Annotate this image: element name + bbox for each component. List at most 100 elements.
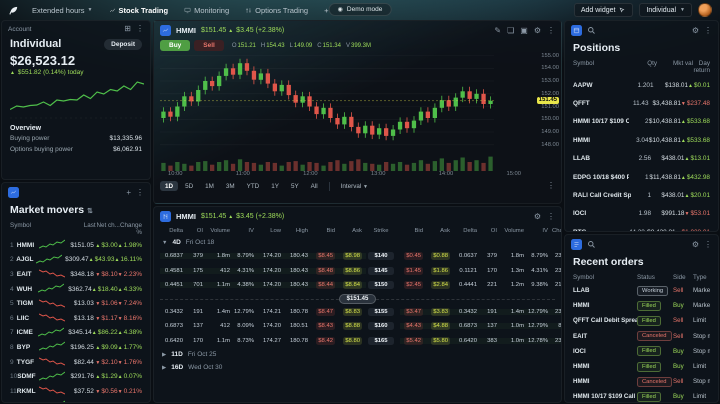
sell-button[interactable]: Sell [194, 40, 224, 51]
user-avatar[interactable] [698, 3, 712, 17]
kebab-menu-icon[interactable]: ⋮ [704, 27, 712, 35]
expiration-group-expanded[interactable]: ▼4DFri Oct 18 [154, 236, 561, 249]
expiration-group-collapsed[interactable]: ▶16DWed Oct 30 [154, 361, 561, 374]
order-row[interactable]: QFFT Call Debit SpreadFilledSellLimit [565, 313, 718, 328]
deposit-button[interactable]: Deposit [104, 39, 142, 50]
draw-icon[interactable]: ✎ [494, 26, 501, 35]
kebab-menu-icon[interactable]: ⋮ [136, 189, 144, 197]
nav-tab-monitoring[interactable]: Monitoring [181, 4, 232, 17]
order-row[interactable]: HMMIFilledBuyLimit [565, 359, 718, 374]
call-cell: 0.4581 [160, 268, 187, 274]
mover-row-RKML[interactable]: 11RKML$37.52▼$0.56▼0.21% [2, 384, 150, 399]
x-axis-label: 10:00 [168, 171, 183, 179]
mover-change-pct: ▲4.38% [118, 329, 142, 336]
kebab-menu-icon[interactable]: ⋮ [704, 241, 712, 249]
timeframe-5d[interactable]: 5D [180, 181, 198, 191]
mover-row-BYP[interactable]: 8BYP$196.25▲$9.09▲1.77% [2, 340, 150, 355]
settings-gear-icon[interactable]: ⚙ [692, 27, 699, 35]
timeframe-3m[interactable]: 3M [221, 181, 240, 191]
option-row-strike-165[interactable]: 0.64201701.1m8.73%174.27180.78$8.42$8.80… [154, 334, 561, 349]
position-row[interactable]: IOCI1.98$991.18▼$53.01 [565, 205, 718, 223]
orders-body: LLABWorkingSellMarketHMMIFilledBuyMarket… [565, 283, 718, 403]
order-type: Limit [693, 317, 710, 324]
interval-dropdown[interactable]: Interval ▼ [336, 181, 373, 191]
search-icon[interactable] [587, 26, 596, 35]
mover-row-LIIC[interactable]: 6LIIC$13.18▼$1.17▼8.16% [2, 311, 150, 326]
grid-icon[interactable]: ⊞ [124, 25, 131, 33]
order-row[interactable]: IOCIFilledBuyStop market [565, 344, 718, 359]
timeframe-all[interactable]: All [306, 181, 323, 191]
option-row-strike-155[interactable]: 0.34321911.4m12.79%174.21180.78$8.47$8.8… [154, 305, 561, 320]
position-row[interactable]: RALI Call Credit Spread1$438.01▲$20.01 [565, 186, 718, 204]
position-row[interactable]: QFFT11.43$3,438.81▼$237.48 [565, 94, 718, 112]
search-icon[interactable] [587, 240, 596, 249]
widget-chip-icon[interactable] [160, 211, 171, 222]
add-widget-button[interactable]: Add widget [574, 3, 634, 17]
mover-row-ICME[interactable]: 7ICME$345.14▲$86.22▲4.38% [2, 326, 150, 341]
account-panel: Account ⊞ ⋮ Individual Deposit $26,523.1… [1, 20, 151, 180]
option-row-strike-150[interactable]: 0.44517011.1m4.38%174.20180.43$8.44$8.84… [154, 278, 561, 293]
settings-gear-icon[interactable]: ⚙ [534, 212, 541, 221]
mover-row-SDMF[interactable]: 10SDMF$291.76▲$1.29▲0.07% [2, 369, 150, 384]
position-row[interactable]: AAPW1.201$138.01▲$0.01 [565, 76, 718, 94]
order-row[interactable]: HMMICanceledSellStop market [565, 374, 718, 389]
mover-row-EAIT[interactable]: 3EAIT$348.18▼$8.10▼2.23% [2, 267, 150, 282]
frame-icon[interactable]: ❏ [507, 26, 514, 35]
current-price-row: $151.45 [154, 293, 561, 305]
position-row[interactable]: EDPG 10/18 $400 Put1$11,438.81▲$432.98 [565, 168, 718, 186]
x-axis-label: 14:00 [439, 171, 454, 179]
kebab-menu-icon[interactable]: ⋮ [547, 212, 555, 221]
snapshot-icon[interactable]: ▣ [520, 26, 528, 35]
mover-last: $291.76 [65, 373, 94, 380]
mover-row-HMMI[interactable]: 1HMMI$151.05▲$3.00▲1.98% [2, 238, 150, 253]
expiration-group-collapsed[interactable]: ▶11DFri Oct 25 [154, 348, 561, 361]
order-row[interactable]: HMMIFilledBuyMarket [565, 298, 718, 313]
candlestick-chart[interactable]: 155.00154.00153.00152.00151.00150.00149.… [160, 53, 559, 171]
mover-sparkline [39, 385, 65, 397]
mover-row-TYGF[interactable]: 9TYGF$82.44▼$2.10▼1.76% [2, 355, 150, 370]
account-sparkline [2, 78, 150, 122]
order-row[interactable]: HMMI 10/17 $109 CallFilledBuyLimit [565, 389, 718, 403]
nav-tab-options-trading[interactable]: Options Trading [242, 4, 311, 17]
mover-symbol: HMMI [17, 242, 39, 249]
timeframe-1y[interactable]: 1Y [266, 181, 284, 191]
widget-chip-icon[interactable] [8, 187, 19, 198]
position-row[interactable]: HMMI 10/17 $109 Call2$10,438.81▲$533.68 [565, 113, 718, 131]
timeframe-1d[interactable]: 1D [160, 181, 178, 191]
order-row[interactable]: LLABWorkingSellMarket [565, 283, 718, 298]
kebab-menu-icon[interactable]: ⋮ [547, 182, 555, 190]
option-row-strike-140[interactable]: 0.68373791.8m8.79%174.20180.43$8.45$8.98… [154, 249, 561, 264]
position-row[interactable]: LLAB2.56$438.01▲$13.01 [565, 150, 718, 168]
nav-tab-stock-trading[interactable]: Stock Trading [106, 4, 172, 17]
widget-chip-icon[interactable] [571, 25, 582, 36]
mover-row-LLAB[interactable]: 12LLAB$63.74▲$0.83▲1.17% [2, 399, 150, 403]
kebab-menu-icon[interactable]: ⋮ [136, 25, 144, 33]
settings-gear-icon[interactable]: ⚙ [534, 26, 541, 35]
call-cell: 191 [187, 309, 207, 315]
timeframe-ytd[interactable]: YTD [242, 181, 265, 191]
mover-last: $37.52 [65, 388, 94, 395]
timeframe-1m[interactable]: 1M [200, 181, 219, 191]
order-row[interactable]: EAITCanceledSellStop market [565, 329, 718, 344]
mover-row-AJGL[interactable]: 2AJGL$309.47▲$43.93▲16.11% [2, 253, 150, 268]
buy-button[interactable]: Buy [160, 40, 190, 51]
position-row[interactable]: HMMI3.04$10,438.81▲$533.68 [565, 131, 718, 149]
mover-sparkline [39, 312, 65, 324]
mover-row-WUH[interactable]: 4WUH$362.74▲$18.40▲4.33% [2, 282, 150, 297]
option-row-strike-145[interactable]: 0.45811754124.31%174.20180.43$8.48$8.86$… [154, 264, 561, 279]
account-menu-button[interactable]: Individual ▼ [639, 3, 692, 17]
demo-mode-pill[interactable]: ◉ Demo mode [329, 3, 392, 16]
put-cell: 12.78% [528, 338, 552, 344]
add-icon[interactable]: + [126, 189, 131, 197]
widget-chip-icon[interactable] [160, 25, 171, 36]
kebab-menu-icon[interactable]: ⋮ [547, 26, 555, 35]
mover-last: $345.14 [64, 329, 92, 336]
position-row[interactable]: BTG44.38$8,438.81▼$1,038.01 [565, 223, 718, 232]
mover-row-TIGM[interactable]: 5TIGM$13.03▼$1.06▼7.24% [2, 296, 150, 311]
settings-gear-icon[interactable]: ⚙ [692, 241, 699, 249]
nav-tab-extended-hours[interactable]: Extended hours▼ [29, 4, 96, 17]
timeframe-5y[interactable]: 5Y [286, 181, 304, 191]
option-row-strike-160[interactable]: 0.68731374128.09%174.20180.51$8.43$8.88$… [154, 319, 561, 334]
mover-last: $63.74 [65, 402, 94, 403]
widget-chip-icon[interactable] [571, 239, 582, 250]
